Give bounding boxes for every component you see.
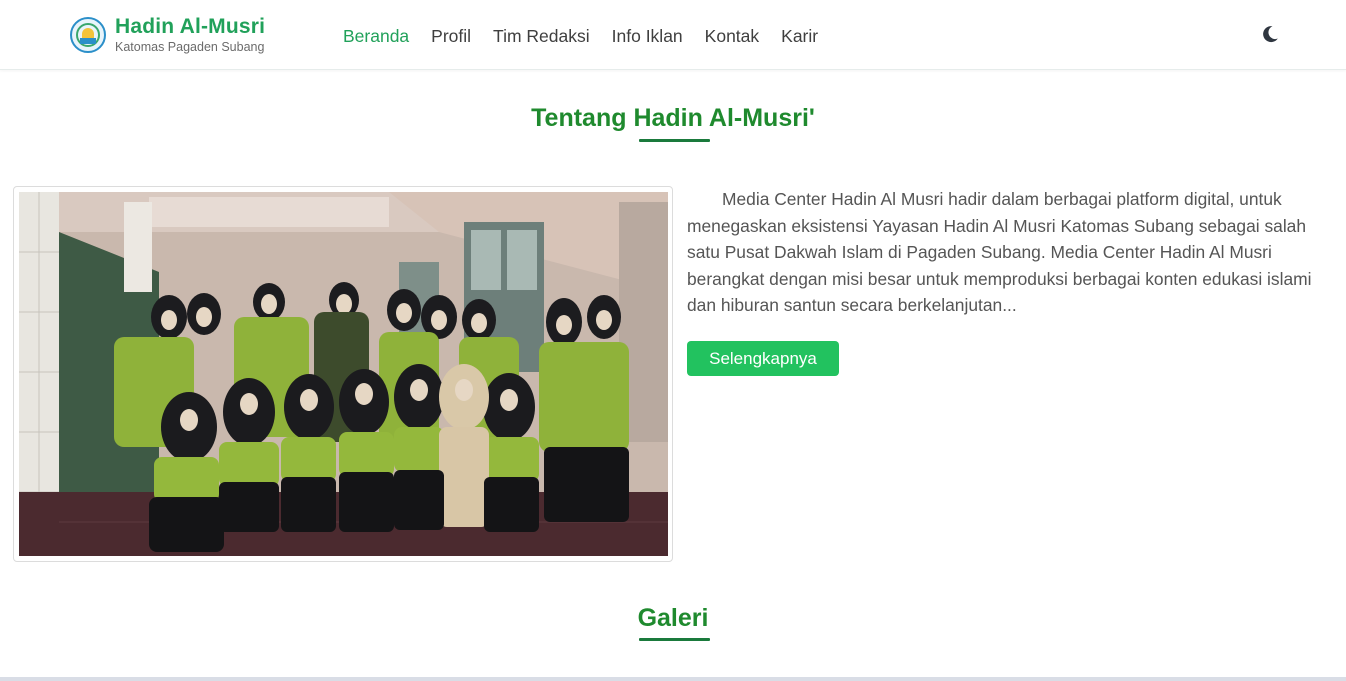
mosque-logo-icon xyxy=(70,17,106,53)
brand-link[interactable]: Hadin Al-Musri Katomas Pagaden Subang xyxy=(70,15,265,55)
gallery-title-underline xyxy=(639,638,710,641)
moon-icon[interactable] xyxy=(1260,24,1280,44)
brand-subtitle: Katomas Pagaden Subang xyxy=(115,40,265,54)
about-description: Media Center Hadin Al Musri hadir dalam … xyxy=(687,189,1312,315)
nav-tim-redaksi[interactable]: Tim Redaksi xyxy=(493,24,590,48)
gallery-title: Galeri xyxy=(637,604,709,632)
nav-kontak[interactable]: Kontak xyxy=(705,24,759,48)
top-navbar: Hadin Al-Musri Katomas Pagaden Subang Be… xyxy=(0,0,1346,70)
nav-karir[interactable]: Karir xyxy=(781,24,818,48)
group-photo xyxy=(19,192,668,556)
main-nav: Beranda Profil Tim Redaksi Info Iklan Ko… xyxy=(343,24,840,48)
gallery-content-edge xyxy=(0,677,1346,681)
nav-profil[interactable]: Profil xyxy=(431,24,471,48)
brand-title: Hadin Al-Musri xyxy=(115,15,266,38)
about-title-underline xyxy=(639,139,710,142)
nav-info-iklan[interactable]: Info Iklan xyxy=(612,24,683,48)
read-more-button[interactable]: Selengkapnya xyxy=(687,341,839,376)
about-photo-card xyxy=(13,186,673,562)
nav-beranda[interactable]: Beranda xyxy=(343,24,409,48)
about-title: Tentang Hadin Al-Musri' xyxy=(531,104,815,132)
